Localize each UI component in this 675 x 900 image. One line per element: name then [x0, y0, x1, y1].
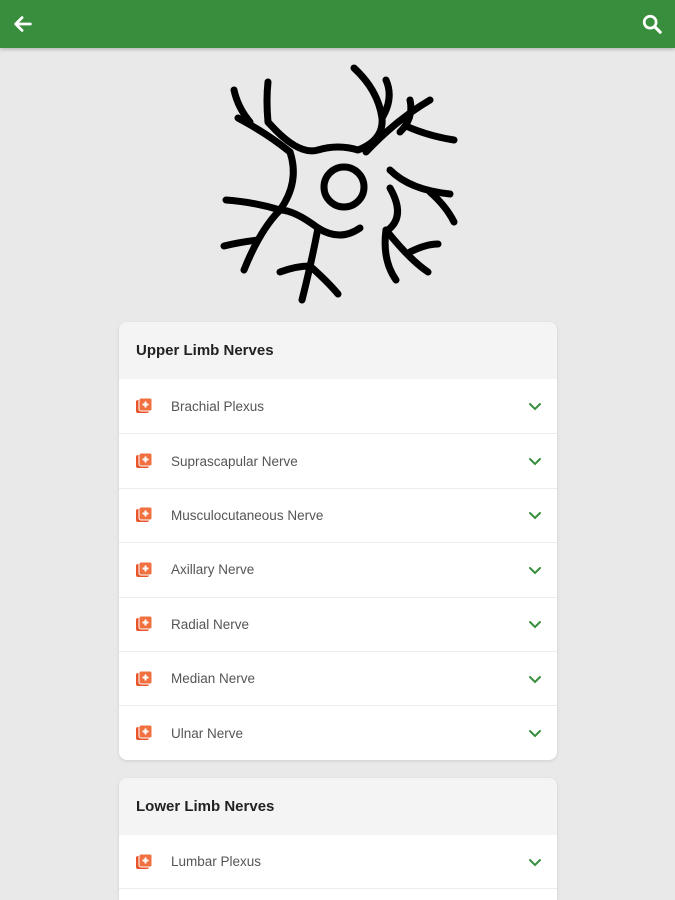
chevron-down-icon [527, 671, 543, 687]
section-title: Upper Limb Nerves [119, 322, 557, 379]
list-item[interactable]: Ulnar Nerve [119, 705, 557, 759]
list-item-label: Suprascapular Nerve [171, 453, 298, 469]
medical-folder-icon [135, 670, 153, 688]
section-title: Lower Limb Nerves [119, 778, 557, 835]
medical-folder-icon [135, 615, 153, 633]
medical-folder-icon [135, 853, 153, 871]
medical-folder-icon [135, 452, 153, 470]
chevron-down-icon [527, 854, 543, 870]
search-button[interactable] [637, 9, 667, 39]
medical-folder-icon [135, 506, 153, 524]
list-item[interactable]: Brachial Plexus [119, 379, 557, 433]
chevron-down-icon [527, 453, 543, 469]
medical-folder-icon [135, 561, 153, 579]
list-item-label: Radial Nerve [171, 616, 250, 632]
section-upper-limb: Upper Limb Nerves Brachial Plexus Supras… [119, 322, 557, 760]
medical-folder-icon [135, 397, 153, 415]
medical-folder-icon [135, 724, 153, 742]
chevron-down-icon [527, 616, 543, 632]
back-button[interactable] [8, 9, 38, 39]
app-bar [0, 0, 675, 48]
list-item-label: Brachial Plexus [171, 398, 265, 414]
list-item-label: Ulnar Nerve [171, 725, 244, 741]
list-item[interactable]: Median Nerve [119, 650, 557, 705]
search-icon [642, 14, 662, 34]
list-item[interactable]: Musculocutaneous Nerve [119, 487, 557, 542]
chevron-down-icon [527, 398, 543, 414]
chevron-down-icon [527, 725, 543, 741]
list-item[interactable]: Suprascapular Nerve [119, 433, 557, 487]
section-lower-limb: Lower Limb Nerves Lumbar Plexus [119, 778, 557, 900]
list-item[interactable]: Lumbar Plexus [119, 835, 557, 890]
list-item-label: Musculocutaneous Nerve [171, 507, 324, 523]
list-item-label: Lumbar Plexus [171, 854, 262, 870]
hero-image [210, 60, 466, 312]
chevron-down-icon [527, 562, 543, 578]
neuron-icon [220, 64, 458, 304]
list-item-label: Axillary Nerve [171, 562, 255, 578]
arrow-left-icon [14, 16, 32, 32]
list-item-label: Median Nerve [171, 671, 256, 687]
list-item[interactable]: Radial Nerve [119, 596, 557, 651]
list-item[interactable]: Axillary Nerve [119, 542, 557, 596]
chevron-down-icon [527, 507, 543, 523]
